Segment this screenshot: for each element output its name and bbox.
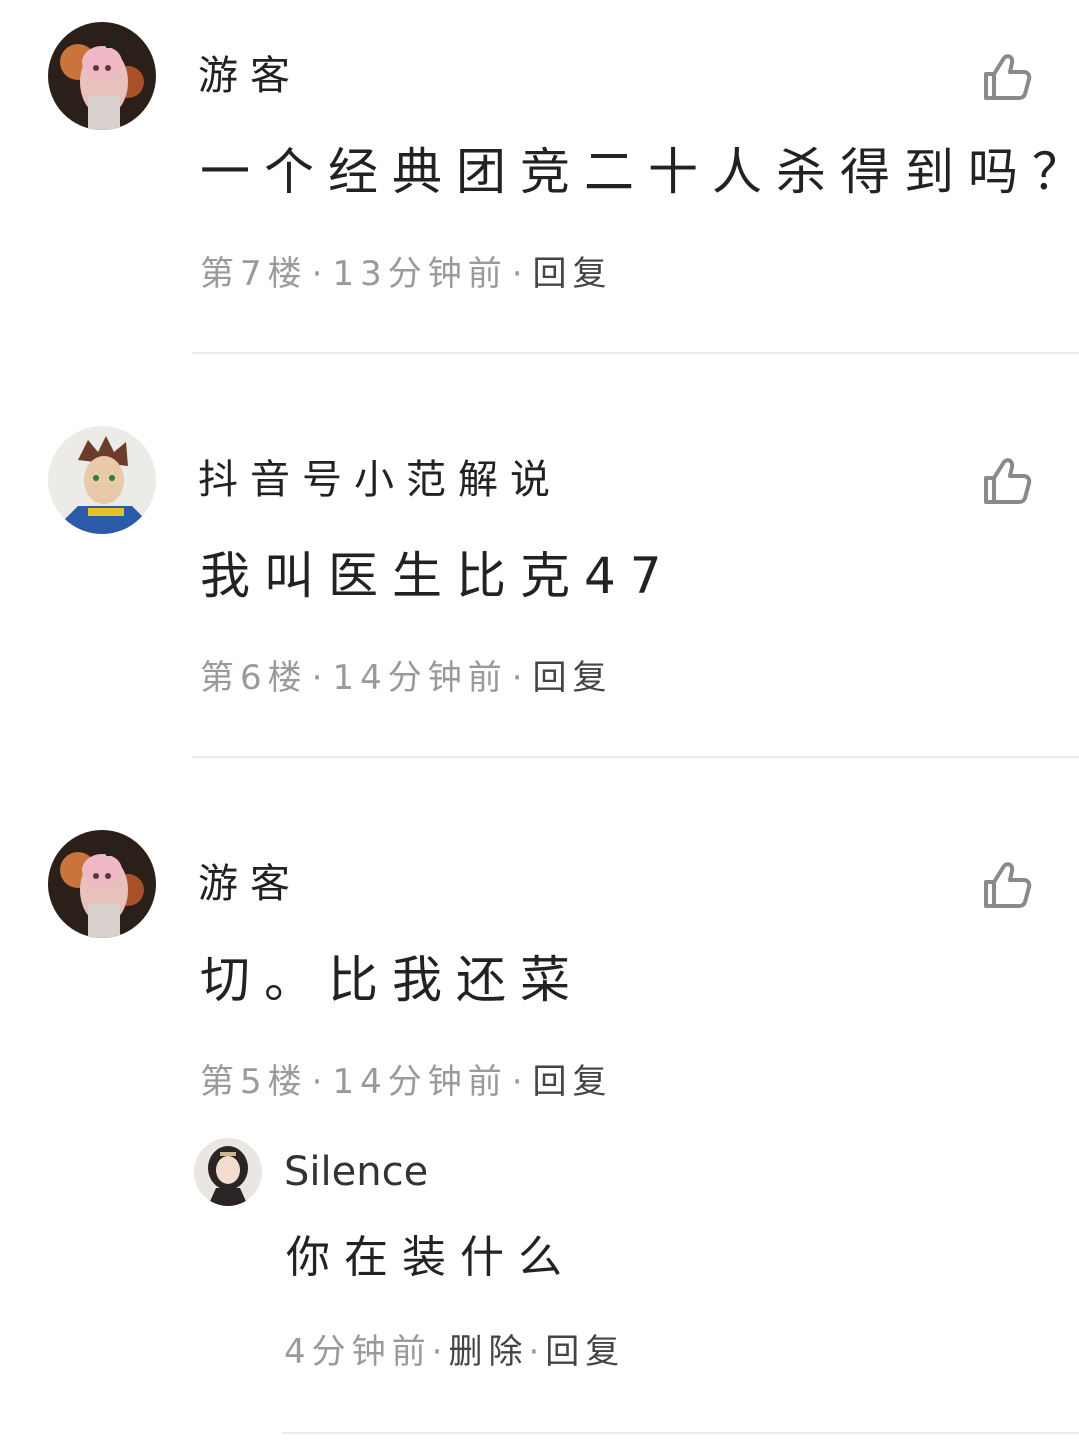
comment-divider xyxy=(192,352,1079,354)
meta-separator: · xyxy=(511,658,529,698)
comment-meta: 第6楼 · 14分钟前 · 回复 xyxy=(200,654,613,702)
comment-text: 切。比我还菜 xyxy=(200,951,584,1009)
delete-button[interactable]: 删除 xyxy=(448,1332,528,1372)
timestamp: 14分钟前 xyxy=(332,1062,508,1102)
floor-number: 第7楼 xyxy=(200,254,308,294)
comment-divider xyxy=(192,756,1079,758)
username[interactable]: 游客 xyxy=(198,856,302,912)
reply-divider xyxy=(282,1432,1079,1434)
dark-hair-girl-avatar-icon xyxy=(194,1138,262,1206)
floor-number: 第6楼 xyxy=(200,658,308,698)
floor-number: 第5楼 xyxy=(200,1062,308,1102)
reply-button[interactable]: 回复 xyxy=(545,1332,625,1372)
reply-button[interactable]: 回复 xyxy=(533,254,613,294)
timestamp: 13分钟前 xyxy=(332,254,508,294)
meta-separator: · xyxy=(311,658,329,698)
thumbs-up-icon[interactable] xyxy=(980,454,1034,508)
username[interactable]: Silence xyxy=(284,1146,428,1198)
user-avatar[interactable] xyxy=(48,22,156,130)
comment-text: 一个经典团竞二十人杀得到吗？ xyxy=(200,143,1079,201)
meta-separator: · xyxy=(431,1332,449,1372)
user-avatar[interactable] xyxy=(48,830,156,938)
user-avatar[interactable] xyxy=(48,426,156,534)
comment-text: 我叫医生比克47 xyxy=(200,547,676,605)
anime-boy-avatar-icon xyxy=(48,426,156,534)
timestamp: 14分钟前 xyxy=(332,658,508,698)
meta-separator: · xyxy=(511,1062,529,1102)
reply-meta: 4分钟前·删除·回复 xyxy=(284,1328,625,1376)
comment-meta: 第7楼 · 13分钟前 · 回复 xyxy=(200,250,613,298)
comment-meta: 第5楼 · 14分钟前 · 回复 xyxy=(200,1058,613,1106)
meta-separator: · xyxy=(311,254,329,294)
meta-separator: · xyxy=(528,1332,546,1372)
reply-button[interactable]: 回复 xyxy=(533,1062,613,1102)
timestamp: 4分钟前 xyxy=(284,1332,432,1372)
anime-girl-avatar-icon xyxy=(48,22,156,130)
reply-button[interactable]: 回复 xyxy=(533,658,613,698)
anime-girl-avatar-icon xyxy=(48,830,156,938)
username[interactable]: 游客 xyxy=(198,48,302,104)
user-avatar[interactable] xyxy=(194,1138,262,1206)
username[interactable]: 抖音号小范解说 xyxy=(198,452,562,508)
meta-separator: · xyxy=(511,254,529,294)
reply-text: 你在装什么 xyxy=(286,1232,576,1283)
thumbs-up-icon[interactable] xyxy=(980,50,1034,104)
meta-separator: · xyxy=(311,1062,329,1102)
thumbs-up-icon[interactable] xyxy=(980,858,1034,912)
